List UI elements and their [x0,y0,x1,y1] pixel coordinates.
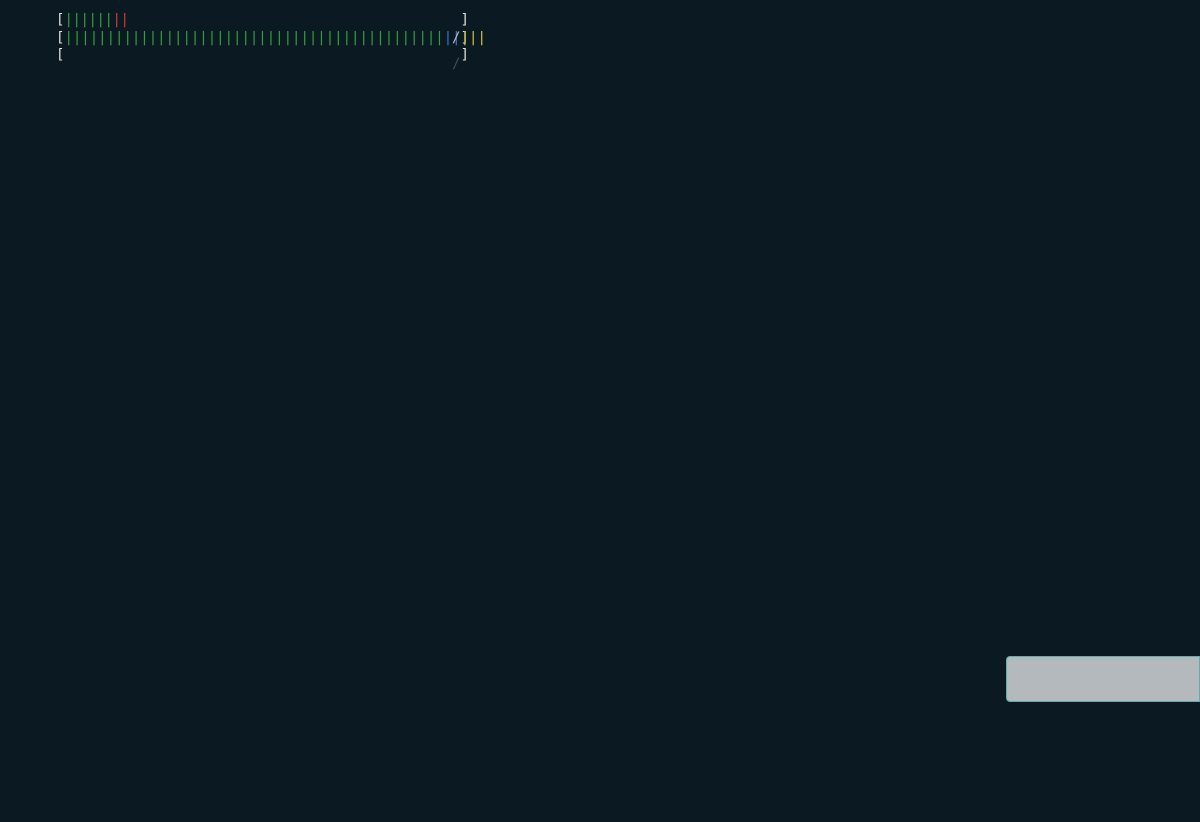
mem-meter: [|||||||||||||||||||||||||||||||||||||||… [18,30,563,48]
summary [593,12,610,65]
htop-screen: [||||||||] [||||||||||||||||||||||||||||… [0,0,1200,81]
swp-meter: [/] [18,47,563,65]
header-area: [||||||||] [||||||||||||||||||||||||||||… [0,0,1200,73]
system-monitor-overlay [1006,656,1200,702]
load-line [593,12,610,30]
meters: [||||||||] [||||||||||||||||||||||||||||… [18,12,563,65]
cpu-meter: [||||||||] [18,12,563,30]
